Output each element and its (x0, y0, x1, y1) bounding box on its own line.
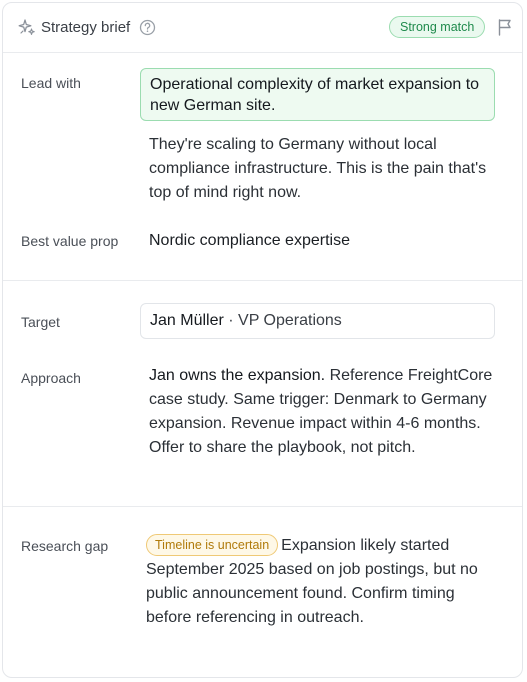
target-label: Target (21, 314, 60, 330)
research-gap-text: Timeline is uncertain Expansion likely st… (146, 534, 494, 630)
target-separator: · (223, 312, 239, 329)
value-prop-value: Nordic compliance expertise (149, 232, 350, 249)
section-divider (3, 506, 522, 507)
target-name: Jan Müller (150, 312, 224, 329)
help-circle-icon[interactable] (139, 19, 156, 36)
section-divider (3, 280, 522, 281)
target-role: VP Operations (238, 312, 342, 329)
target-contact[interactable]: Jan Müller · VP Operations (140, 303, 495, 339)
match-status-badge: Strong match (389, 16, 486, 38)
card-title: Strategy brief (41, 19, 131, 36)
lead-with-headline: Operational complexity of market expansi… (140, 68, 495, 121)
timeline-warning-badge: Timeline is uncertain (146, 534, 279, 556)
card-header: Strategy brief Strong match (3, 3, 522, 53)
lead-with-label: Lead with (21, 75, 81, 91)
sparkle-icon (18, 19, 35, 35)
strategy-brief-card: Strategy brief Strong match Lead with Op… (2, 2, 523, 678)
flag-icon[interactable] (497, 18, 513, 36)
value-prop-label: Best value prop (21, 233, 119, 249)
approach-text: Jan owns the expansion. Reference Freigh… (149, 364, 494, 460)
approach-lead: Jan owns the expansion. (149, 367, 326, 384)
approach-label: Approach (21, 370, 81, 386)
research-gap-label: Research gap (21, 538, 109, 554)
lead-with-detail: They're scaling to Germany without local… (149, 136, 487, 201)
